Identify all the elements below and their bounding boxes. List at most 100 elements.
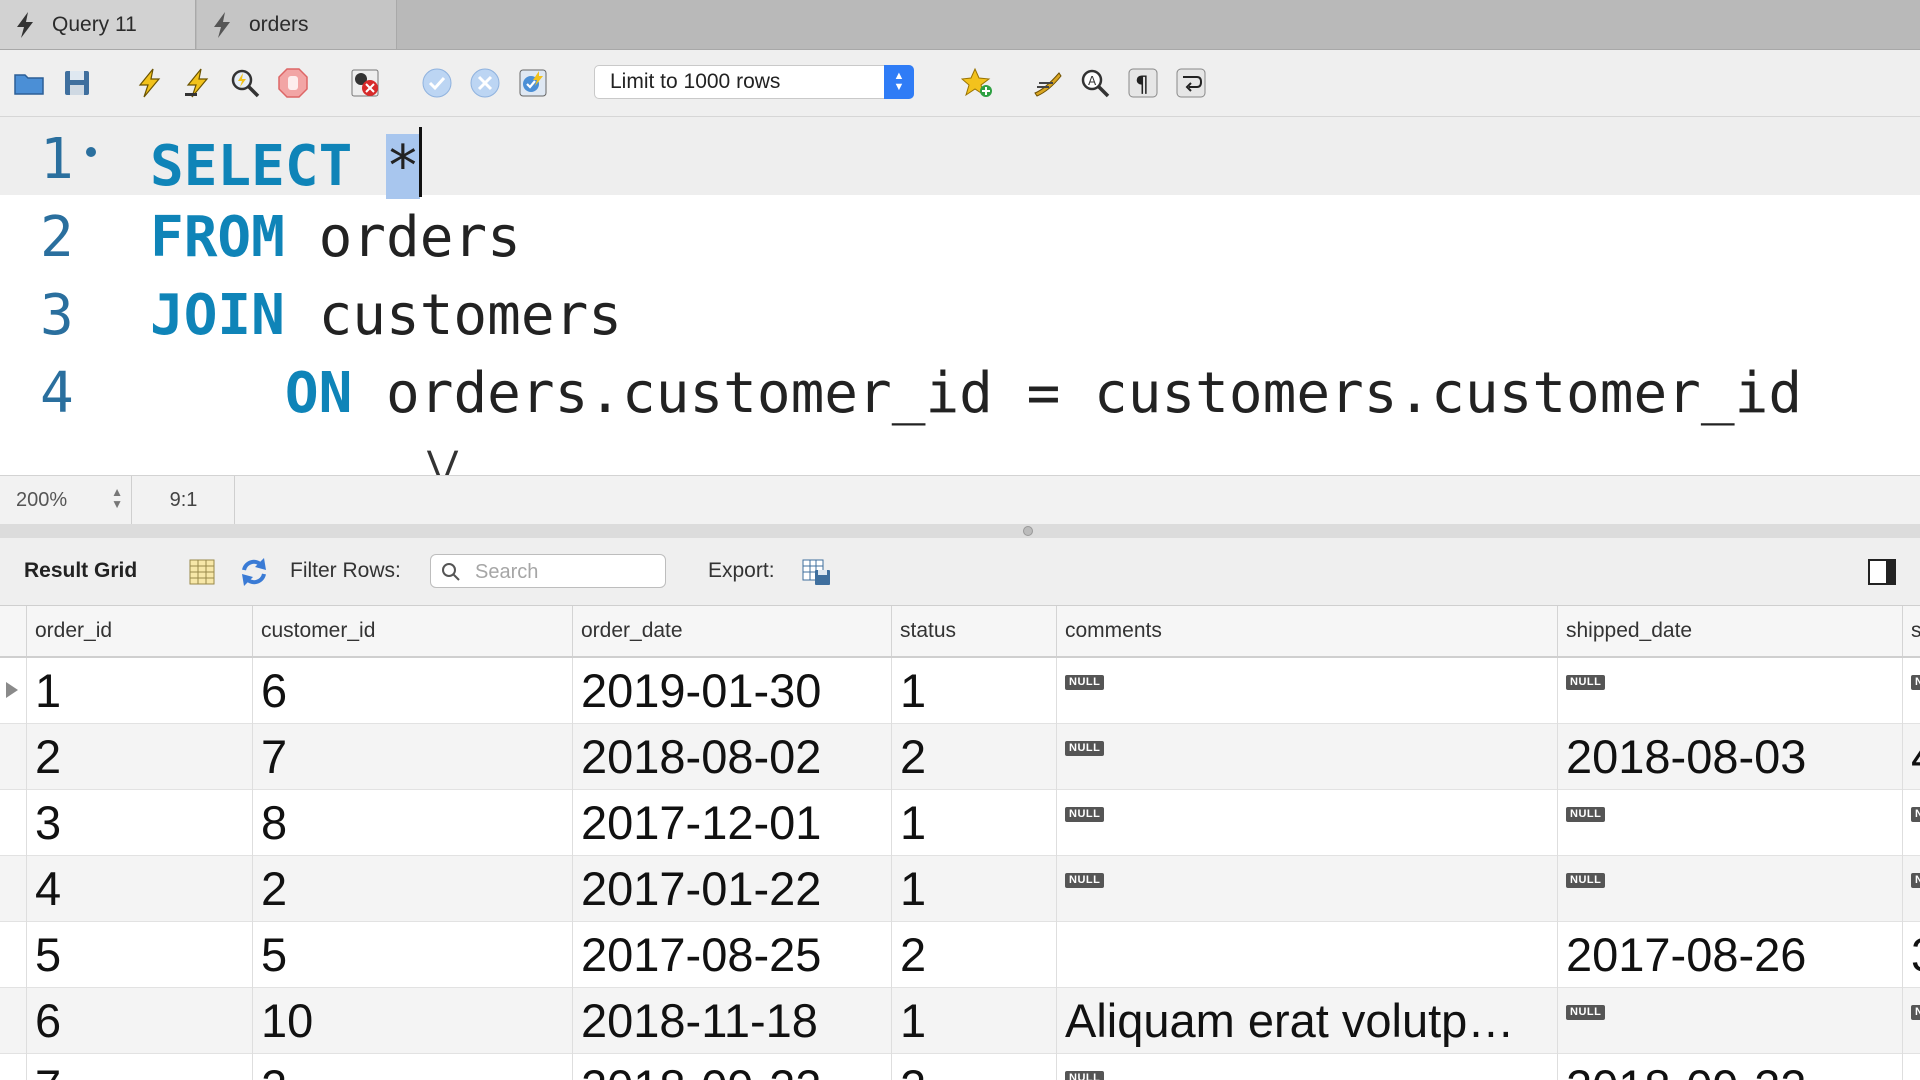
column-header[interactable]: s <box>1902 606 1920 656</box>
table-cell[interactable]: 2017-08-26 <box>1557 922 1902 988</box>
column-header[interactable]: comments <box>1056 606 1557 656</box>
code-line[interactable]: 1 SELECT * <box>0 117 1920 199</box>
table-cell[interactable]: 3 <box>1902 922 1920 988</box>
table-cell[interactable]: 1 <box>891 658 1056 724</box>
explain-button[interactable] <box>228 66 262 100</box>
null-cell[interactable]: NULL <box>1557 988 1902 1054</box>
chevron-up-down-icon: ▲ ▼ <box>884 65 914 99</box>
null-cell[interactable]: NULL <box>1557 658 1902 724</box>
commit-button[interactable] <box>420 66 454 100</box>
table-cell[interactable]: 4 <box>26 856 252 922</box>
null-cell[interactable]: NULL <box>1557 790 1902 856</box>
table-cell[interactable]: 1 <box>891 790 1056 856</box>
pane-splitter[interactable] <box>0 524 1920 538</box>
null-cell[interactable]: NULL <box>1056 724 1557 790</box>
table-cell[interactable]: 2017-08-25 <box>572 922 891 988</box>
stop-button[interactable] <box>276 66 310 100</box>
table-row[interactable]: 162019-01-301NULLNULLNULL <box>0 658 1920 724</box>
code-text: customers <box>284 283 623 348</box>
toggle-invisibles-button[interactable]: ¶ <box>1126 66 1160 100</box>
open-file-button[interactable] <box>12 66 46 100</box>
table-cell[interactable]: 2 <box>891 1054 1056 1080</box>
table-cell[interactable]: 2 <box>891 922 1056 988</box>
code-line[interactable]: 4 ON orders.customer_id = customers.cust… <box>0 351 1920 429</box>
table-row[interactable]: 422017-01-221 NULL NULL NULL <box>0 856 1920 922</box>
table-cell[interactable]: 2 <box>891 724 1056 790</box>
code-line[interactable]: 2 FROM orders <box>0 195 1920 273</box>
execute-current-button[interactable] <box>180 66 214 100</box>
sql-editor[interactable]: 1 SELECT * 2 FROM orders 3 JOIN customer… <box>0 117 1920 487</box>
table-cell[interactable]: 5 <box>26 922 252 988</box>
filter-search-box[interactable] <box>430 554 666 588</box>
table-row[interactable]: 382017-12-011 NULL NULL NULL <box>0 790 1920 856</box>
export-icon[interactable] <box>800 556 832 588</box>
row-limit-select[interactable]: Limit to 1000 rows ▲ ▼ <box>594 65 914 99</box>
table-cell[interactable]: 6 <box>252 658 572 724</box>
table-cell[interactable] <box>1056 922 1557 988</box>
splitter-handle[interactable] <box>1023 526 1033 536</box>
tab-query-11[interactable]: Query 11 <box>0 0 196 49</box>
table-cell[interactable]: 2018-09-22 <box>1557 1054 1902 1080</box>
null-cell[interactable]: NULL <box>1902 790 1920 856</box>
table-cell[interactable]: 4 <box>1902 724 1920 790</box>
null-cell[interactable]: NULL <box>1902 856 1920 922</box>
null-cell[interactable]: NULL <box>1902 658 1920 724</box>
add-snippet-button[interactable] <box>960 66 994 100</box>
table-cell[interactable]: 3 <box>26 790 252 856</box>
table-cell[interactable]: 2 <box>26 724 252 790</box>
tab-orders[interactable]: orders <box>197 0 397 49</box>
toggle-side-panel-icon[interactable] <box>1866 556 1898 588</box>
table-cell[interactable]: Aliquam erat volutp… <box>1056 988 1557 1054</box>
null-cell[interactable]: NULL <box>1056 1054 1557 1080</box>
result-grid[interactable]: order_id customer_id order_date status comme… <box>0 606 1920 1080</box>
table-cell[interactable]: 1 <box>891 856 1056 922</box>
grid-columns-icon[interactable] <box>186 556 218 588</box>
table-cell[interactable]: 2019-01-30 <box>572 658 891 724</box>
null-cell[interactable]: NULL <box>1902 988 1920 1054</box>
null-cell[interactable]: NULL <box>1056 856 1557 922</box>
column-header[interactable]: shipped_date <box>1557 606 1902 656</box>
refresh-icon[interactable] <box>238 556 270 588</box>
column-header[interactable]: order_id <box>26 606 252 656</box>
save-button[interactable] <box>60 66 94 100</box>
toggle-error-button[interactable] <box>348 66 382 100</box>
column-header[interactable]: status <box>891 606 1056 656</box>
table-cell[interactable]: 7 <box>252 724 572 790</box>
execute-button[interactable] <box>132 66 166 100</box>
table-row[interactable]: 272018-08-022NULL2018-08-034 <box>0 724 1920 790</box>
beautify-button[interactable] <box>1030 66 1064 100</box>
table-row[interactable]: 552017-08-2522017-08-263 <box>0 922 1920 988</box>
column-header[interactable]: customer_id <box>252 606 572 656</box>
table-row[interactable]: 6102018-11-181Aliquam erat volutp… NULL NU… <box>0 988 1920 1054</box>
table-cell[interactable]: 2018-09-22 <box>572 1054 891 1080</box>
find-button[interactable]: A <box>1078 66 1112 100</box>
table-cell[interactable]: 5 <box>252 922 572 988</box>
editor-status-bar: 200% ▲ ▼ 9:1 <box>0 475 1920 525</box>
rollback-button[interactable] <box>468 66 502 100</box>
table-cell[interactable]: 2017-12-01 <box>572 790 891 856</box>
autocommit-button[interactable] <box>516 66 550 100</box>
zoom-stepper[interactable]: 200% ▲ ▼ <box>0 476 132 524</box>
table-cell[interactable]: 6 <box>26 988 252 1054</box>
table-cell[interactable]: 4 <box>1902 1054 1920 1080</box>
table-cell[interactable]: 1 <box>26 658 252 724</box>
toggle-wrap-button[interactable] <box>1174 66 1208 100</box>
table-cell[interactable]: 8 <box>252 790 572 856</box>
filter-search-input[interactable] <box>473 559 662 585</box>
table-cell[interactable]: 2018-08-02 <box>572 724 891 790</box>
table-cell[interactable]: 2018-08-03 <box>1557 724 1902 790</box>
table-cell[interactable]: 2 <box>252 1054 572 1080</box>
code-line[interactable]: 3 JOIN customers <box>0 273 1920 351</box>
table-cell[interactable]: 2 <box>252 856 572 922</box>
table-cell[interactable]: 2018-11-18 <box>572 988 891 1054</box>
null-cell[interactable]: NULL <box>1557 856 1902 922</box>
table-cell[interactable]: 2017-01-22 <box>572 856 891 922</box>
null-cell[interactable]: NULL <box>1056 658 1557 724</box>
column-header[interactable]: order_date <box>572 606 891 656</box>
table-cell[interactable]: 1 <box>891 988 1056 1054</box>
chevron-up-down-icon[interactable]: ▲ ▼ <box>111 486 123 510</box>
table-cell[interactable]: 10 <box>252 988 572 1054</box>
table-row[interactable]: 722018-09-222NULL2018-09-224 <box>0 1054 1920 1080</box>
table-cell[interactable]: 7 <box>26 1054 252 1080</box>
null-cell[interactable]: NULL <box>1056 790 1557 856</box>
